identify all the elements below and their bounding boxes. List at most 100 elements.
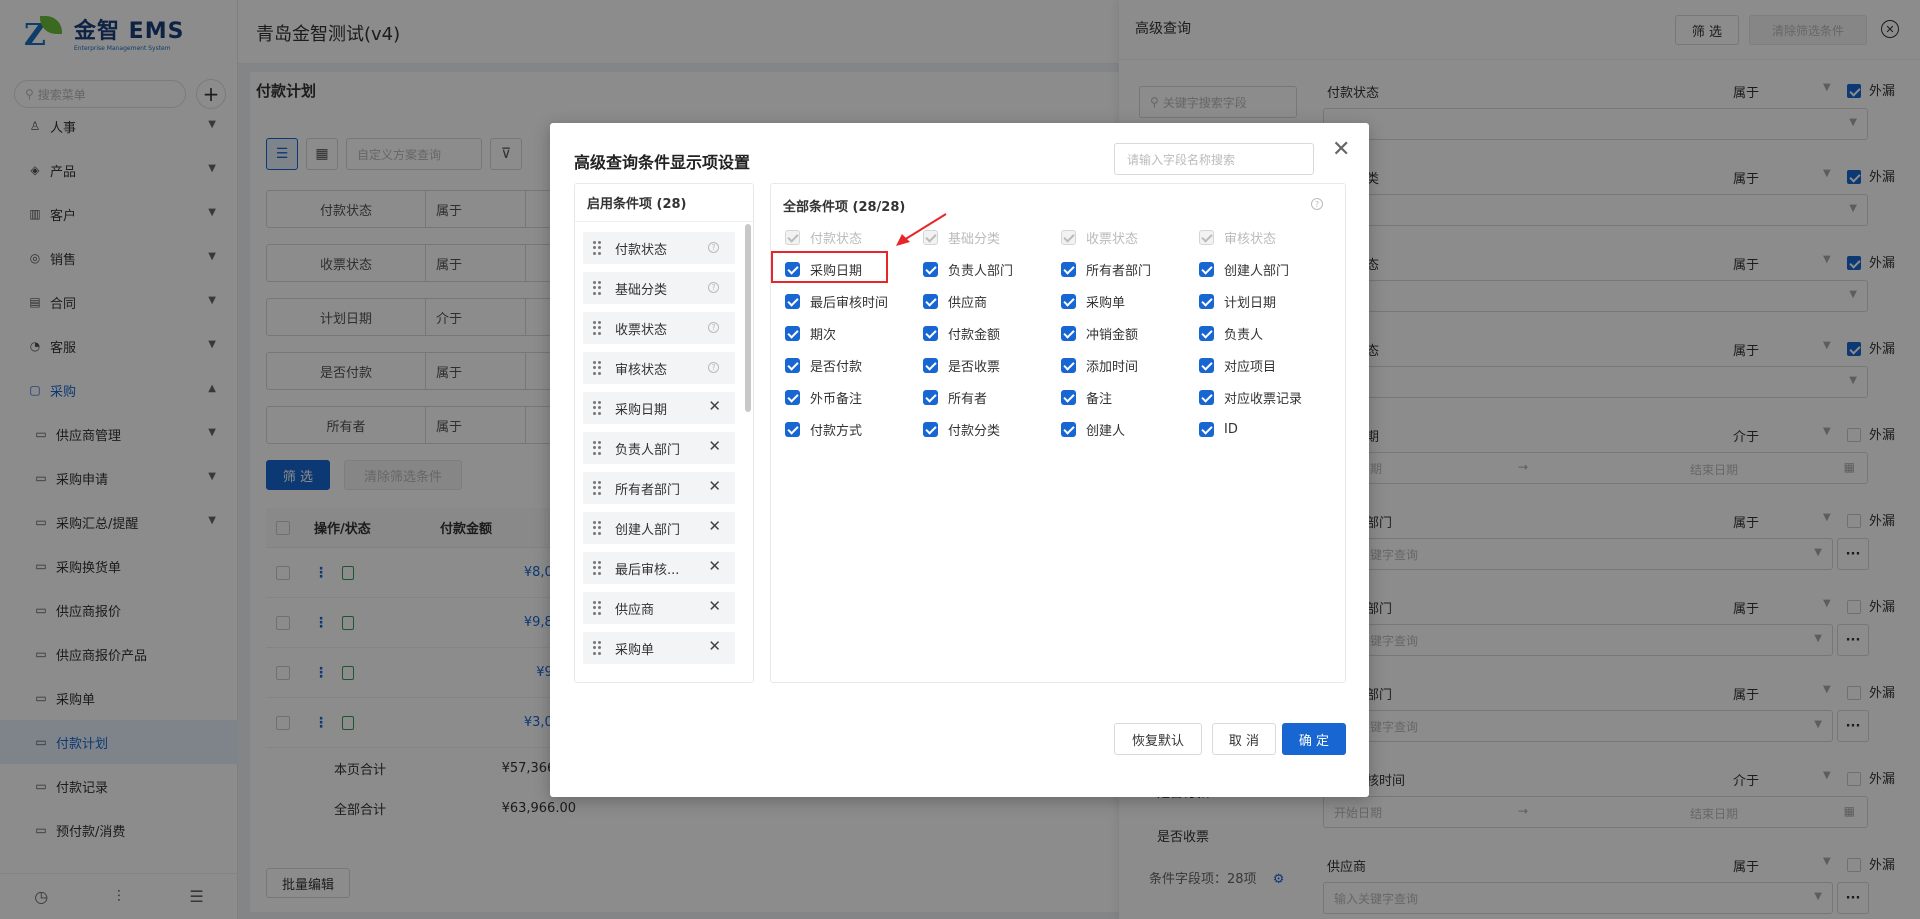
remove-icon[interactable]: ✕ [708, 639, 721, 654]
checkbox-checked-icon[interactable] [1061, 293, 1076, 309]
drag-handle-icon[interactable] [593, 321, 601, 335]
checkbox-checked-icon[interactable] [785, 325, 800, 341]
checkbox-checked-icon[interactable] [923, 293, 938, 309]
condition-checkbox-item[interactable]: 创建人部门 [1199, 260, 1337, 279]
drag-handle-icon[interactable] [593, 481, 601, 495]
remove-icon[interactable]: ✕ [708, 519, 721, 534]
condition-checkbox-item[interactable]: 是否收票 [923, 356, 1061, 375]
checkbox-checked-icon[interactable] [1061, 421, 1076, 437]
checkbox-checked-icon[interactable] [1199, 357, 1214, 373]
drag-handle-icon[interactable] [593, 241, 601, 255]
help-icon: ? [708, 282, 719, 293]
condition-checkbox-item[interactable]: 备注 [1061, 388, 1199, 407]
checkbox-checked-icon[interactable] [923, 325, 938, 341]
annotation-arrow-icon [896, 213, 947, 246]
condition-checkbox-label: 冲销金额 [1086, 327, 1139, 343]
condition-checkbox-label: ID [1224, 421, 1238, 437]
checkbox-checked-icon[interactable] [785, 421, 800, 437]
condition-checkbox-item[interactable]: 期次 [785, 324, 923, 343]
enabled-condition-item[interactable]: 采购日期 ✕ [583, 392, 735, 424]
condition-checkbox-item[interactable]: ID [1199, 420, 1337, 438]
condition-checkbox-item[interactable]: 负责人 [1199, 324, 1337, 343]
condition-checkbox-item[interactable]: 付款金额 [923, 324, 1061, 343]
enabled-condition-item[interactable]: 最后审核... ✕ [583, 552, 735, 584]
enabled-list-scrollbar[interactable] [745, 224, 751, 412]
condition-checkbox-item[interactable]: 所有者部门 [1061, 260, 1199, 279]
remove-icon[interactable]: ✕ [708, 479, 721, 494]
drag-handle-icon[interactable] [593, 401, 601, 415]
field-name-search-placeholder: 请输入字段名称搜索 [1127, 152, 1236, 167]
field-name-search-input[interactable]: 请输入字段名称搜索 [1114, 143, 1314, 175]
enabled-condition-label: 基础分类 [615, 282, 668, 298]
condition-checkbox-item[interactable]: 所有者 [923, 388, 1061, 407]
checkbox-checked-icon[interactable] [1199, 261, 1214, 277]
condition-checkbox-label: 负责人 [1224, 327, 1264, 343]
cancel-button[interactable]: 取 消 [1212, 723, 1276, 755]
remove-icon[interactable]: ✕ [708, 439, 721, 454]
condition-checkbox-item[interactable]: 供应商 [923, 292, 1061, 311]
enabled-condition-item[interactable]: 审核状态? [583, 352, 735, 384]
condition-checkbox-item[interactable]: 创建人 [1061, 420, 1199, 439]
condition-checkbox-item[interactable]: 添加时间 [1061, 356, 1199, 375]
checkbox-checked-icon[interactable] [1199, 293, 1214, 309]
enabled-condition-item[interactable]: 基础分类? [583, 272, 735, 304]
checkbox-checked-icon[interactable] [1061, 325, 1076, 341]
checkbox-checked-icon[interactable] [1061, 261, 1076, 277]
enabled-condition-item[interactable]: 创建人部门 ✕ [583, 512, 735, 544]
condition-checkbox-label: 收票状态 [1086, 231, 1139, 247]
condition-checkbox-label: 外币备注 [810, 391, 863, 407]
close-icon[interactable]: ✕ [1332, 139, 1350, 161]
drag-handle-icon[interactable] [593, 441, 601, 455]
enabled-conditions-header: 启用条件项 (28) [575, 184, 753, 222]
condition-checkbox-item[interactable]: 付款方式 [785, 420, 923, 439]
checkbox-checked-icon[interactable] [785, 389, 800, 405]
condition-checkbox-item[interactable]: 是否付款 [785, 356, 923, 375]
condition-checkbox-label: 所有者 [948, 391, 988, 407]
condition-checkbox-label: 供应商 [948, 295, 988, 311]
checkbox-checked-icon[interactable] [1061, 389, 1076, 405]
checkbox-checked-icon[interactable] [785, 357, 800, 373]
checkbox-checked-icon[interactable] [1199, 389, 1214, 405]
condition-checkbox-label: 付款状态 [810, 231, 863, 247]
highlight-annotation-box [771, 251, 888, 283]
remove-icon[interactable]: ✕ [708, 599, 721, 614]
condition-checkbox-label: 对应收票记录 [1224, 391, 1303, 407]
enabled-condition-item[interactable]: 采购单 ✕ [583, 632, 735, 664]
remove-icon[interactable]: ✕ [708, 399, 721, 414]
checkbox-checked-icon[interactable] [923, 421, 938, 437]
checkbox-checked-icon[interactable] [923, 357, 938, 373]
condition-checkbox-item[interactable]: 冲销金额 [1061, 324, 1199, 343]
enabled-condition-item[interactable]: 收票状态? [583, 312, 735, 344]
enabled-condition-label: 创建人部门 [615, 522, 681, 538]
condition-checkbox-item[interactable]: 对应项目 [1199, 356, 1337, 375]
condition-checkbox-item[interactable]: 最后审核时间 [785, 292, 923, 311]
checkbox-checked-icon[interactable] [1199, 421, 1214, 437]
modal-footer: 恢复默认 取 消 确 定 [550, 723, 1369, 763]
enabled-condition-item[interactable]: 所有者部门 ✕ [583, 472, 735, 504]
enabled-condition-label: 供应商 [615, 602, 655, 618]
checkbox-checked-icon[interactable] [923, 261, 938, 277]
reset-default-button[interactable]: 恢复默认 [1114, 723, 1202, 755]
enabled-condition-item[interactable]: 负责人部门 ✕ [583, 432, 735, 464]
drag-handle-icon[interactable] [593, 601, 601, 615]
drag-handle-icon[interactable] [593, 521, 601, 535]
checkbox-checked-icon[interactable] [923, 389, 938, 405]
condition-checkbox-item[interactable]: 计划日期 [1199, 292, 1337, 311]
enabled-condition-item[interactable]: 供应商 ✕ [583, 592, 735, 624]
ok-button[interactable]: 确 定 [1282, 723, 1346, 755]
remove-icon[interactable]: ✕ [708, 559, 721, 574]
condition-checkbox-item[interactable]: 采购单 [1061, 292, 1199, 311]
condition-checkbox-label: 创建人部门 [1224, 263, 1290, 279]
checkbox-checked-icon[interactable] [1061, 357, 1076, 373]
drag-handle-icon[interactable] [593, 281, 601, 295]
condition-checkbox-item[interactable]: 对应收票记录 [1199, 388, 1337, 407]
drag-handle-icon[interactable] [593, 641, 601, 655]
checkbox-checked-icon[interactable] [785, 293, 800, 309]
condition-checkbox-item[interactable]: 外币备注 [785, 388, 923, 407]
checkbox-checked-icon[interactable] [1199, 325, 1214, 341]
condition-checkbox-item[interactable]: 付款分类 [923, 420, 1061, 439]
enabled-condition-item[interactable]: 付款状态? [583, 232, 735, 264]
drag-handle-icon[interactable] [593, 561, 601, 575]
drag-handle-icon[interactable] [593, 361, 601, 375]
condition-checkbox-item[interactable]: 负责人部门 [923, 260, 1061, 279]
